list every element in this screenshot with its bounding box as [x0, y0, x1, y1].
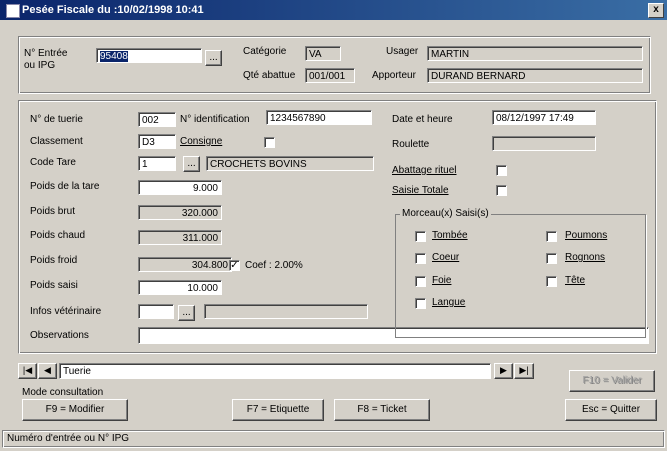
tombee-label: Tombée	[432, 230, 468, 241]
code-tare-lookup-button[interactable]: ...	[183, 156, 200, 172]
poids-saisi-input[interactable]: 10.000	[138, 280, 222, 295]
categorie-label: Catégorie	[243, 46, 287, 57]
esc-quitter-button[interactable]: Esc = Quitter	[565, 399, 657, 421]
infos-vet-input[interactable]	[138, 304, 174, 319]
langue-checkbox[interactable]	[415, 298, 426, 309]
rognons-label: Rognons	[565, 252, 606, 263]
consigne-label: Consigne	[180, 136, 223, 147]
entree-label-2: ou IPG	[24, 60, 56, 71]
saisie-totale-label: Saisie Totale	[392, 185, 449, 196]
app-icon	[6, 4, 20, 18]
entree-value: 95408	[100, 51, 128, 62]
usager-label: Usager	[386, 46, 419, 57]
infos-vet-lookup-button[interactable]: ...	[178, 305, 195, 321]
langue-label: Langue	[432, 297, 466, 308]
f10-valider-button[interactable]: F10 = Valider	[569, 370, 655, 392]
poids-brut-label: Poids brut	[30, 206, 76, 217]
poids-saisi-label: Poids saisi	[30, 280, 78, 291]
poids-tare-label: Poids de la tare	[30, 181, 100, 192]
tombee-checkbox[interactable]	[415, 231, 426, 242]
poids-froid-label: Poids froid	[30, 255, 78, 266]
entree-label: N° Entrée	[24, 48, 68, 59]
qte-field: 001/001	[305, 68, 355, 83]
title-bar: Pesée Fiscale du :10/02/1998 10:41 x	[0, 0, 667, 20]
coeur-label: Coeur	[432, 252, 460, 263]
entree-lookup-button[interactable]: ...	[205, 50, 222, 66]
code-tare-label: Code Tare	[30, 157, 76, 168]
abattage-checkbox[interactable]	[496, 165, 507, 176]
status-text: Numéro d'entrée ou N° IPG	[7, 433, 130, 444]
coef-checkbox[interactable]: ✓	[229, 260, 240, 271]
nav-last-button[interactable]: ▶|	[514, 363, 534, 379]
date-label: Date et heure	[392, 114, 453, 125]
poids-chaud-field: 311.000	[138, 230, 222, 245]
observations-label: Observations	[30, 330, 89, 341]
roulette-label: Roulette	[392, 139, 430, 150]
classement-label: Classement	[30, 136, 83, 147]
nav-next-button[interactable]: ▶	[494, 363, 513, 379]
mode-label: Mode consultation	[22, 387, 104, 398]
infos-vet-label: Infos vétérinaire	[30, 306, 102, 317]
f7-etiquette-button[interactable]: F7 = Etiquette	[232, 399, 324, 421]
coeur-checkbox[interactable]	[415, 253, 426, 264]
header-panel	[18, 36, 651, 94]
foie-checkbox[interactable]	[415, 276, 426, 287]
f9-modifier-button[interactable]: F9 = Modifier	[22, 399, 128, 421]
nav-first-button[interactable]: |◀	[18, 363, 37, 379]
date-input[interactable]: 08/12/1997 17:49	[492, 110, 596, 125]
classement-input[interactable]: D3	[138, 134, 176, 149]
morceaux-title: Morceau(x) Saisi(s)	[400, 208, 491, 220]
consigne-checkbox[interactable]	[264, 137, 275, 148]
tete-checkbox[interactable]	[546, 276, 557, 287]
roulette-field	[492, 136, 596, 151]
poumons-checkbox[interactable]	[546, 231, 557, 242]
rognons-checkbox[interactable]	[546, 253, 557, 264]
apporteur-field: DURAND BERNARD	[427, 68, 643, 83]
close-button[interactable]: x	[648, 3, 664, 18]
code-tare-input[interactable]: 1	[138, 156, 176, 171]
qte-label: Qté abattue	[243, 70, 296, 81]
apporteur-label: Apporteur	[372, 70, 416, 81]
tete-label: Tête	[565, 275, 586, 286]
window-title: Pesée Fiscale du :10/02/1998 10:41	[22, 4, 204, 16]
code-tare-desc: CROCHETS BOVINS	[206, 156, 374, 171]
abattage-label: Abattage rituel	[392, 165, 457, 176]
f8-ticket-button[interactable]: F8 = Ticket	[334, 399, 430, 421]
poids-brut-field: 320.000	[138, 205, 222, 220]
saisie-totale-checkbox[interactable]	[496, 185, 507, 196]
foie-label: Foie	[432, 275, 452, 286]
poids-tare-input[interactable]: 9.000	[138, 180, 222, 195]
nav-record-field[interactable]: Tuerie	[59, 363, 491, 379]
infos-vet-desc	[204, 304, 368, 319]
poids-froid-field: 304.800	[138, 257, 232, 272]
poumons-label: Poumons	[565, 230, 608, 241]
status-bar: Numéro d'entrée ou N° IPG	[2, 430, 665, 448]
tuerie-label: N° de tuerie	[30, 114, 83, 125]
categorie-field: VA	[305, 46, 341, 61]
poids-chaud-label: Poids chaud	[30, 230, 86, 241]
tuerie-input[interactable]: 002	[138, 112, 176, 127]
usager-field: MARTIN	[427, 46, 643, 61]
nav-prev-button[interactable]: ◀	[38, 363, 57, 379]
ident-label: N° identification	[180, 114, 250, 125]
ident-input[interactable]: 1234567890	[266, 110, 372, 125]
entree-input[interactable]: 95408	[96, 48, 202, 63]
coef-label: Coef : 2.00%	[245, 260, 303, 271]
